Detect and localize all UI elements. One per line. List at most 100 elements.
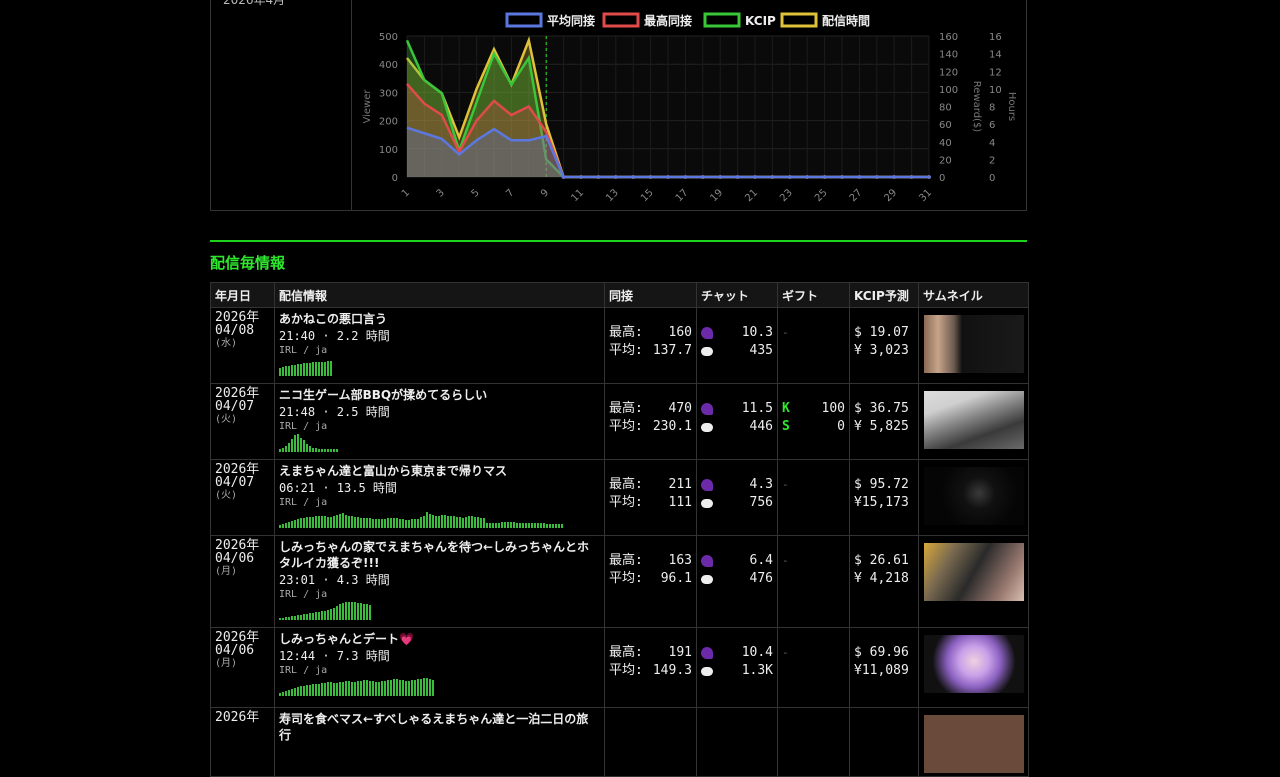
stream-title-link[interactable]: 寿司を食べマス←すべしゃるえまちゃん達と一泊二日の旅行 <box>279 711 600 743</box>
spark-bar <box>315 448 317 452</box>
spark-bar <box>333 449 335 452</box>
spark-bar <box>279 618 281 620</box>
spark-bar <box>339 604 341 620</box>
spark-bar <box>510 522 512 528</box>
table-row[interactable]: 2026年 寿司を食べマス←すべしゃるえまちゃん達と一泊二日の旅行 <box>210 707 1029 777</box>
max-label: 最高: <box>609 401 643 416</box>
emote-icon <box>701 327 713 339</box>
spark-bar <box>312 448 314 452</box>
spark-bar <box>399 519 401 528</box>
spark-bar <box>300 438 302 452</box>
spark-bar <box>372 681 374 696</box>
spark-bar <box>492 523 494 528</box>
emote-icon <box>701 647 713 659</box>
stream-thumbnail[interactable] <box>923 315 1024 373</box>
gift-none: - <box>782 478 789 491</box>
x-tick: 1 <box>400 187 412 199</box>
info-cell: 寿司を食べマス←すべしゃるえまちゃん達と一泊二日の旅行 <box>274 707 605 777</box>
chat-cell: 6.4 476 <box>696 535 778 628</box>
series-point <box>614 175 618 179</box>
spark-bar <box>351 602 353 620</box>
spark-bar <box>444 515 446 528</box>
stream-title-link[interactable]: ニコ生ゲーム部BBQが揉めてるらしい <box>279 387 600 403</box>
stream-thumbnail[interactable] <box>923 543 1024 601</box>
stream-title-link[interactable]: えまちゃん達と富山から東京まで帰りマス <box>279 463 600 479</box>
table-row[interactable]: 2026年 04/08 (水) あかねこの悪口言う 21:40 · 2.2 時間 IRL … <box>210 307 1029 384</box>
thumbnail-cell <box>918 627 1029 708</box>
stream-title-link[interactable]: あかねこの悪口言う <box>279 311 600 327</box>
spark-bar <box>336 449 338 452</box>
table-row[interactable]: 2026年 04/07 (火) ニコ生ゲーム部BBQが揉めてるらしい 21:48 · 2… <box>210 383 1029 460</box>
spark-bar <box>336 683 338 696</box>
spark-bar <box>288 522 290 528</box>
kcip-jpy: ¥11,089 <box>854 663 909 678</box>
stream-thumbnail[interactable] <box>923 635 1024 693</box>
stream-title-link[interactable]: しみっちゃんの家でえまちゃんを待つ←しみっちゃんとホタルイカ獲るぞ!!! <box>279 539 600 571</box>
spark-bar <box>540 523 542 528</box>
table-row[interactable]: 2026年 04/06 (月) しみっちゃんとデート💗 12:44 · 7.3 時間 IR… <box>210 627 1029 708</box>
section-title: 配信毎情報 <box>210 254 286 272</box>
spark-bar <box>354 682 356 696</box>
spark-bar <box>309 363 311 376</box>
header-date[interactable]: 年月日 <box>210 282 275 308</box>
header-chat[interactable]: チャット <box>696 282 778 308</box>
spark-bar <box>303 440 305 452</box>
stream-thumbnail[interactable] <box>923 715 1024 773</box>
legend-label: 平均同接 <box>547 13 595 28</box>
spark-bar <box>429 514 431 528</box>
spark-bar <box>309 685 311 696</box>
chat-cell: 4.3 756 <box>696 459 778 536</box>
stream-title-link[interactable]: しみっちゃんとデート💗 <box>279 631 600 647</box>
stream-thumbnail[interactable] <box>923 467 1024 525</box>
spark-bar <box>480 518 482 528</box>
table-row[interactable]: 2026年 04/06 (月) しみっちゃんの家でえまちゃんを待つ←しみっちゃんとホタ… <box>210 535 1029 628</box>
spark-bar <box>354 602 356 620</box>
chat-cell: 11.5 446 <box>696 383 778 460</box>
header-kcip[interactable]: KCIP予測 <box>849 282 919 308</box>
spark-bar <box>297 687 299 696</box>
kcip-jpy: ¥ 5,825 <box>854 419 909 434</box>
spark-bar <box>351 516 353 528</box>
spark-bar <box>354 517 356 528</box>
spark-bar <box>474 517 476 528</box>
spark-bar <box>489 523 491 528</box>
viewer-sparkline <box>279 602 600 620</box>
spark-bar <box>294 435 296 452</box>
y-tick-viewer: 300 <box>379 88 398 99</box>
spark-bar <box>315 612 317 620</box>
spark-bar <box>306 614 308 620</box>
y-tick-reward: 160 <box>939 32 958 43</box>
spark-bar <box>513 522 515 528</box>
stream-thumbnail[interactable] <box>923 391 1024 449</box>
spark-bar <box>285 691 287 696</box>
spark-bar <box>402 519 404 528</box>
x-tick: 21 <box>743 187 760 204</box>
header-viewers[interactable]: 同接 <box>604 282 697 308</box>
y-tick-hours: 4 <box>989 138 995 149</box>
spark-bar <box>507 522 509 528</box>
avg-label: 平均: <box>609 495 643 510</box>
max-label: 最高: <box>609 645 643 660</box>
spark-bar <box>318 684 320 696</box>
spark-bar <box>345 681 347 696</box>
info-cell: ニコ生ゲーム部BBQが揉めてるらしい 21:48 · 2.5 時間 IRL / ja <box>274 383 605 460</box>
spark-bar <box>504 522 506 528</box>
spark-bar <box>396 518 398 528</box>
month-label: 2026年4月 <box>223 0 286 7</box>
spark-bar <box>345 602 347 620</box>
x-tick: 29 <box>883 187 900 204</box>
max-viewers: 211 <box>668 477 692 492</box>
stream-time: 12:44 · 7.3 時間 <box>279 649 390 663</box>
header-info[interactable]: 配信情報 <box>274 282 605 308</box>
stream-category: IRL / ja <box>279 345 328 356</box>
spark-bar <box>282 618 284 620</box>
spark-bar <box>330 609 332 620</box>
table-row[interactable]: 2026年 04/07 (火) えまちゃん達と富山から東京まで帰りマス 06:21 · … <box>210 459 1029 536</box>
gift-cell <box>777 707 850 777</box>
chart-sidebar: 2026年4月 <box>211 0 352 210</box>
spark-bar <box>330 517 332 528</box>
header-gift[interactable]: ギフト <box>777 282 850 308</box>
thumbnail-cell <box>918 707 1029 777</box>
spark-bar <box>315 362 317 376</box>
viewers-cell: 最高: 160 平均: 137.7 <box>604 307 697 384</box>
